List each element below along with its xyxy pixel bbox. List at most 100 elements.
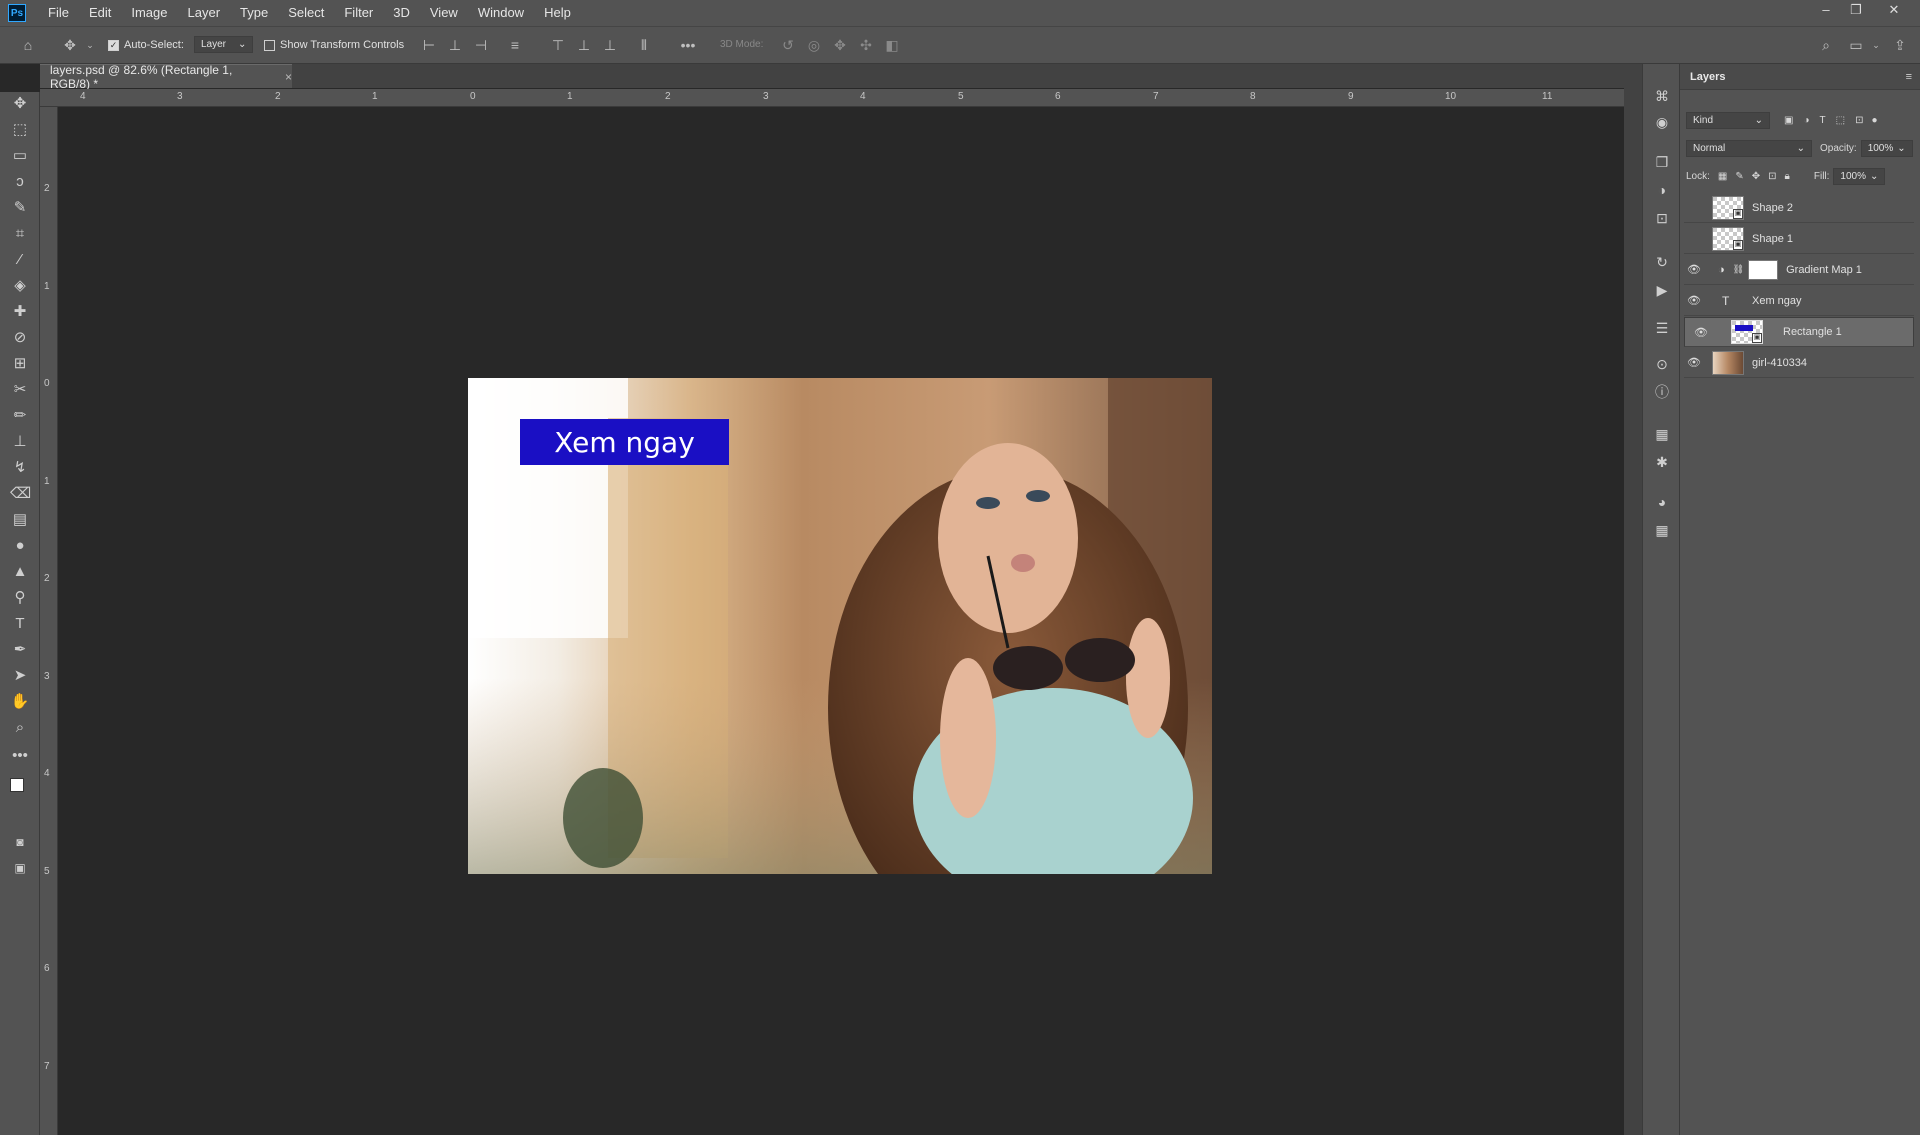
align-center-icon[interactable]: ⊥ (447, 38, 463, 52)
move-tool-icon[interactable]: ✥ (62, 38, 78, 52)
menu-image[interactable]: Image (121, 0, 177, 26)
filter-type-icon[interactable]: T (1820, 115, 1826, 126)
fill-field[interactable]: 100% ⌄ (1833, 168, 1886, 185)
align-bottom-icon[interactable]: ⊥ (602, 38, 618, 52)
minimize-button[interactable]: – (1812, 0, 1840, 20)
brush-tool-icon[interactable]: ✏ (10, 406, 30, 426)
brush-presets-icon[interactable]: ▦ (1652, 424, 1672, 444)
menu-help[interactable]: Help (534, 0, 581, 26)
more-tools-icon[interactable]: ••• (10, 746, 30, 766)
menu-edit[interactable]: Edit (79, 0, 121, 26)
workspace-icon[interactable]: ▭ (1848, 38, 1864, 52)
distribute-icon[interactable]: ≡ (507, 38, 523, 52)
info-camera-icon[interactable]: ⊙ (1652, 354, 1672, 374)
scissors-tool-icon[interactable]: ✂ (10, 380, 30, 400)
frame-tool-icon[interactable]: ⊞ (10, 354, 30, 374)
layer-mask-thumbnail[interactable] (1748, 259, 1779, 280)
pen-tool-icon[interactable]: ✒ (10, 640, 30, 660)
properties-icon[interactable]: ☰ (1652, 318, 1672, 338)
3d-roll-icon[interactable]: ◎ (806, 38, 822, 52)
eye-icon[interactable]: 👁︎ (1684, 356, 1704, 369)
actions-play-icon[interactable]: ▶ (1652, 280, 1672, 300)
menu-view[interactable]: View (420, 0, 468, 26)
auto-select-checkbox[interactable]: ✓ Auto-Select: (108, 39, 184, 51)
crop-tool-icon[interactable]: ⌗ (10, 224, 30, 244)
auto-select-dropdown[interactable]: Layer ⌄ (194, 36, 254, 53)
quick-mask-icon[interactable]: ◙ (10, 832, 30, 852)
lock-transparent-icon[interactable]: ▦ (1718, 171, 1727, 182)
align-top-icon[interactable]: ⊤ (550, 38, 566, 52)
filter-kind-dropdown[interactable]: Kind ⌄ (1686, 112, 1770, 129)
paths-icon[interactable]: ⌘ (1652, 86, 1672, 106)
3d-pan-icon[interactable]: ✥ (832, 38, 848, 52)
paint-bucket-icon[interactable]: ◈ (10, 276, 30, 296)
channels-icon[interactable]: ◉ (1652, 112, 1672, 132)
menu-file[interactable]: File (38, 0, 79, 26)
info-icon[interactable]: ⓘ (1652, 382, 1672, 402)
libraries-icon[interactable]: ❐ (1652, 152, 1672, 172)
search-icon[interactable]: ⌕ (1818, 38, 1834, 52)
align-left-icon[interactable]: ⊢ (421, 38, 437, 52)
filter-smart-object-icon[interactable]: ⊡ (1855, 115, 1863, 126)
show-transform-checkbox[interactable]: Show Transform Controls (264, 39, 404, 51)
layers-panel-title[interactable]: Layers (1690, 71, 1725, 83)
filter-toggle-icon[interactable]: ● (1871, 115, 1877, 126)
marquee-tool-icon[interactable]: ⬚ (10, 120, 30, 140)
chevron-down-icon[interactable]: ⌄ (82, 38, 98, 52)
eyedropper-tool-icon[interactable]: ⁄ (10, 250, 30, 270)
layer-shape-1[interactable]: ▣ Shape 1 (1684, 224, 1914, 254)
layer-girl-410334[interactable]: 👁︎ girl-410334 (1684, 348, 1914, 378)
sharpen-tool-icon[interactable]: ▲ (10, 562, 30, 582)
share-icon[interactable]: ⇪ (1892, 38, 1908, 52)
hand-tool-icon[interactable]: ✋ (10, 692, 30, 712)
document-tab[interactable]: layers.psd @ 82.6% (Rectangle 1, RGB/8) … (40, 63, 292, 91)
more-options-icon[interactable]: ••• (680, 38, 696, 52)
filter-pixel-icon[interactable]: ▣ (1784, 115, 1793, 126)
distribute-vertical-icon[interactable]: ⫴ (636, 38, 652, 52)
rectangle-frame-icon[interactable]: ▭ (10, 146, 30, 166)
ruler-tool-icon[interactable]: ⊘ (10, 328, 30, 348)
3d-rotate-icon[interactable]: ↺ (780, 38, 796, 52)
filter-adjustment-icon[interactable]: ◑ (1803, 115, 1809, 126)
history-icon[interactable]: ↻ (1652, 252, 1672, 272)
restore-button[interactable]: ❐ (1842, 0, 1870, 20)
close-window-button[interactable]: ✕ (1880, 0, 1908, 20)
foreground-color-swatch[interactable] (10, 778, 24, 792)
lock-pixels-icon[interactable]: ✎ (1735, 171, 1743, 182)
brush-settings-icon[interactable]: ✱ (1652, 452, 1672, 472)
quick-select-tool-icon[interactable]: ✎ (10, 198, 30, 218)
eye-icon[interactable]: 👁︎ (1691, 326, 1711, 339)
3d-camera-icon[interactable]: ◧ (884, 38, 900, 52)
home-icon[interactable]: ⌂ (20, 38, 36, 52)
menu-filter[interactable]: Filter (334, 0, 383, 26)
document-canvas[interactable]: Xem ngay (468, 378, 1212, 874)
link-icon[interactable]: ⛓ (1733, 264, 1744, 275)
clone-stamp-icon[interactable]: ⊥ (10, 432, 30, 452)
history-brush-icon[interactable]: ↯ (10, 458, 30, 478)
menu-type[interactable]: Type (230, 0, 278, 26)
lasso-tool-icon[interactable]: ↄ (10, 172, 30, 192)
opacity-field[interactable]: 100% ⌄ (1860, 140, 1913, 157)
eye-icon[interactable]: 👁︎ (1684, 263, 1704, 276)
adjustments-icon[interactable]: ◑ (1652, 180, 1672, 200)
3d-slide-icon[interactable]: ✣ (858, 38, 874, 52)
chevron-down-icon[interactable]: ⌄ (1868, 38, 1884, 52)
eye-icon[interactable]: 👁︎ (1684, 294, 1704, 307)
screen-mode-icon[interactable]: ▣ (10, 858, 30, 878)
zoom-tool-icon[interactable]: ⌕ (10, 718, 30, 738)
healing-brush-icon[interactable]: ✚ (10, 302, 30, 322)
cta-button-layer[interactable]: Xem ngay (520, 419, 729, 465)
close-tab-icon[interactable]: × (285, 70, 292, 84)
blend-mode-dropdown[interactable]: Normal ⌄ (1686, 140, 1812, 157)
layer-gradient-map-1[interactable]: 👁︎ ◑ ⛓ Gradient Map 1 (1684, 255, 1914, 285)
layer-shape-2[interactable]: ▣ Shape 2 (1684, 193, 1914, 223)
layer-xem-ngay[interactable]: 👁︎ T Xem ngay (1684, 286, 1914, 316)
menu-window[interactable]: Window (468, 0, 534, 26)
eraser-tool-icon[interactable]: ⌫ (10, 484, 31, 504)
gradient-tool-icon[interactable]: ▤ (10, 510, 30, 530)
panel-menu-icon[interactable]: ≡ (1906, 71, 1912, 83)
lock-artboard-icon[interactable]: ⊡ (1768, 171, 1776, 182)
lock-position-icon[interactable]: ✥ (1752, 171, 1760, 182)
filter-shape-icon[interactable]: ⬚ (1836, 115, 1845, 126)
type-tool-icon[interactable]: T (10, 614, 30, 634)
